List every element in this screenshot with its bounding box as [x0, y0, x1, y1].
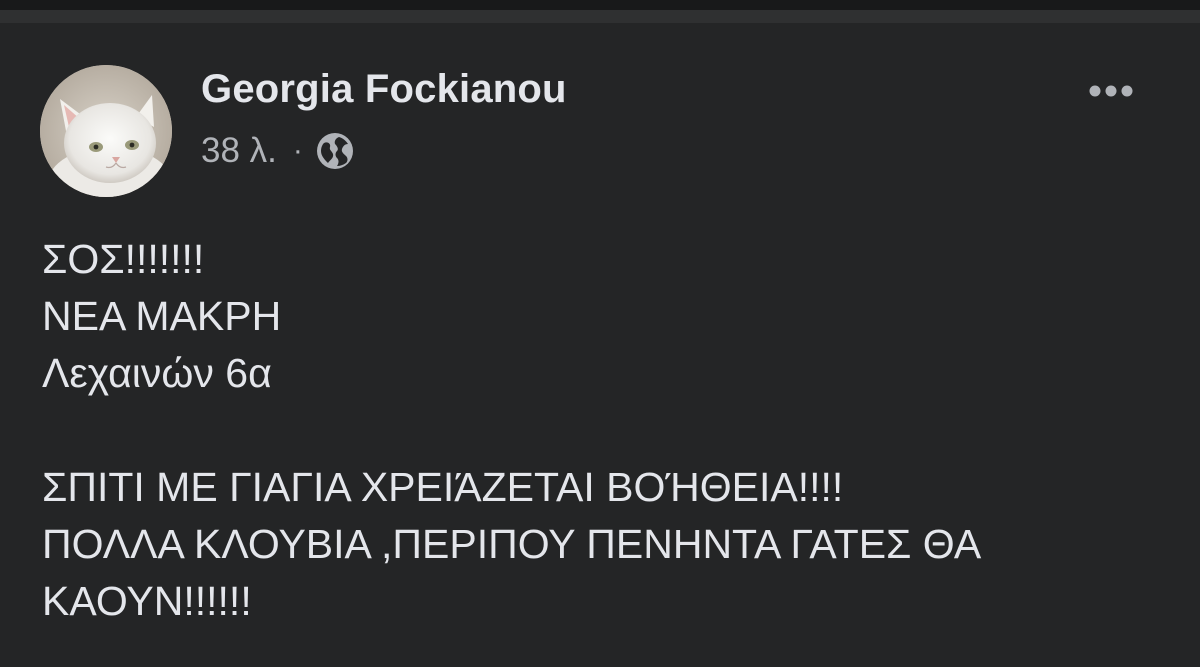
post-text-line: Λεχαινών 6α: [42, 350, 272, 396]
post-timestamp[interactable]: 38 λ.: [201, 131, 277, 171]
post-card: Georgia Fockianou 38 λ. · ΣΟΣ!!!!!!! ΝΕΑ…: [0, 23, 1200, 667]
meta-separator: ·: [292, 134, 303, 167]
post-text: ΣΟΣ!!!!!!! ΝΕΑ ΜΑΚΡΗ Λεχαινών 6α ΣΠΙΤΙ Μ…: [42, 231, 1162, 630]
more-horizontal-icon: [1089, 85, 1133, 97]
post-text-line: ΠΟΛΛΑ ΚΛΟΥΒΙΑ ,ΠΕΡΙΠΟΥ ΠΕΝΗΝΤΑ ΓΑΤΕΣ ΘΑ: [42, 521, 982, 567]
post-text-blank-line: [42, 402, 1162, 459]
post-meta: 38 λ. ·: [201, 129, 355, 173]
globe-icon[interactable]: [315, 131, 355, 171]
author-name[interactable]: Georgia Fockianou: [201, 67, 567, 112]
top-divider: [0, 10, 1200, 23]
post-text-line: ΣΠΙΤΙ ΜΕ ΓΙΑΓΙΑ ΧΡΕΙΆΖΕΤΑΙ ΒΟΉΘΕΙΑ!!!!: [42, 464, 844, 510]
author-avatar[interactable]: [40, 65, 172, 197]
post-text-line: ΚΑΟΥΝ!!!!!!: [42, 578, 252, 624]
post-text-line: ΝΕΑ ΜΑΚΡΗ: [42, 293, 282, 339]
post-text-line: ΣΟΣ!!!!!!!: [42, 236, 205, 282]
more-options-button[interactable]: [1076, 73, 1146, 109]
white-cat-avatar-icon: [40, 65, 172, 197]
top-bar: [0, 0, 1200, 10]
